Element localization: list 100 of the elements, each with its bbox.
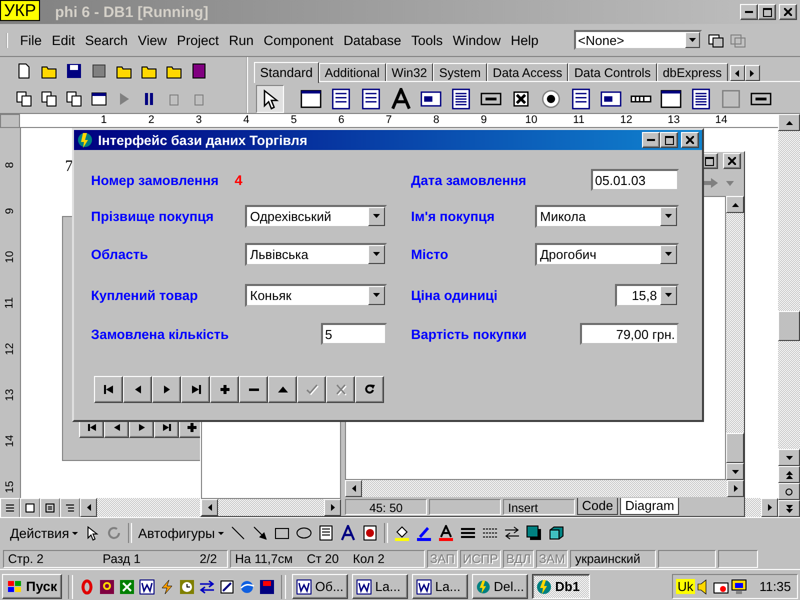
actions-menu-button[interactable]: Действия <box>10 526 78 540</box>
taskbar-button[interactable]: La... <box>412 574 468 599</box>
arrow-style-icon[interactable] <box>504 525 520 541</box>
shadow-icon[interactable] <box>526 525 542 541</box>
combo-box[interactable]: Львівська <box>245 242 387 266</box>
rectangle-icon[interactable] <box>274 525 290 541</box>
scroll-thumb[interactable] <box>778 311 800 341</box>
vertical-scrollbar[interactable] <box>778 114 800 517</box>
dropdown-button[interactable] <box>368 206 385 226</box>
scroll-right-button[interactable] <box>744 65 760 81</box>
ellipse-icon[interactable] <box>296 525 312 541</box>
navigator-button[interactable] <box>239 376 268 403</box>
palette-tab[interactable]: dbExpress <box>656 63 728 81</box>
normal-view-icon[interactable] <box>0 498 20 517</box>
combo-box[interactable]: Одрехівський <box>245 204 387 228</box>
next-page-button[interactable] <box>778 500 800 517</box>
combo-box[interactable]: Микола <box>535 204 679 228</box>
scroll-right-button[interactable] <box>727 480 744 497</box>
floppy-icon[interactable] <box>259 578 276 594</box>
line-icon[interactable] <box>230 525 246 541</box>
arrow-icon[interactable] <box>252 525 268 541</box>
window-icon[interactable] <box>91 91 107 107</box>
menu-item[interactable]: Run <box>228 32 254 48</box>
scroll-right-button[interactable] <box>324 499 341 516</box>
palette-tab[interactable]: Data Controls <box>568 63 657 81</box>
menu-item[interactable]: Component <box>264 32 334 48</box>
navigator-button[interactable] <box>355 376 384 403</box>
save-icon[interactable] <box>66 63 82 79</box>
menu-item[interactable]: Help <box>510 32 539 48</box>
navigator-button[interactable] <box>181 376 210 403</box>
maximize-button[interactable] <box>660 132 678 148</box>
notepad-icon[interactable] <box>219 578 236 594</box>
scroll-down-button[interactable] <box>778 449 800 466</box>
start-button[interactable]: Пуск <box>2 574 62 599</box>
navigator-button[interactable] <box>152 376 181 403</box>
keyboard-layout-indicator[interactable]: Uk <box>676 579 696 594</box>
input-field[interactable]: 05.01.03 <box>591 169 679 191</box>
dropdown-button[interactable] <box>368 286 385 304</box>
dropdown-button[interactable] <box>685 32 700 48</box>
spreadsheet-icon[interactable] <box>119 578 136 594</box>
cursor-icon[interactable] <box>256 85 284 113</box>
dropdown-button[interactable] <box>368 244 385 264</box>
dropdown-button[interactable] <box>660 244 677 264</box>
taskbar-button[interactable]: La... <box>352 574 408 599</box>
menu-item[interactable]: Window <box>452 32 501 48</box>
web-view-icon[interactable] <box>20 498 40 517</box>
close-button[interactable] <box>723 153 741 169</box>
sync-icon[interactable] <box>199 578 216 594</box>
menu-item[interactable]: Search <box>85 32 128 48</box>
dropdown-button[interactable] <box>660 206 677 226</box>
menu-item[interactable]: View <box>138 32 167 48</box>
browser-icon[interactable] <box>239 578 256 594</box>
menu-item[interactable]: Database <box>343 32 402 48</box>
editor-tab[interactable]: Code <box>577 498 618 515</box>
taskbar-button[interactable]: Об... <box>292 574 348 599</box>
scroll-left-button[interactable] <box>730 65 745 81</box>
fill-color-icon[interactable] <box>394 525 410 541</box>
menu-item[interactable]: Tools <box>411 32 443 48</box>
cube-icon[interactable] <box>548 525 564 541</box>
toggle-form-icon[interactable] <box>708 32 724 48</box>
browse-object-button[interactable] <box>778 483 800 500</box>
scroll-left-button[interactable] <box>345 480 362 497</box>
close-button[interactable] <box>681 132 699 148</box>
scroll-thumb[interactable] <box>726 433 744 463</box>
input-field[interactable]: 5 <box>321 323 387 345</box>
minimize-button[interactable] <box>740 4 758 20</box>
book-icon[interactable] <box>191 63 207 79</box>
windows-stack-icon[interactable] <box>41 91 57 107</box>
close-button[interactable] <box>779 4 797 20</box>
maximize-button[interactable] <box>758 4 776 20</box>
menu-item[interactable]: File <box>20 32 42 48</box>
taskbar-button[interactable]: Del... <box>472 574 528 599</box>
menu-item[interactable]: Project <box>176 32 219 48</box>
scroll-left-button[interactable] <box>201 499 218 516</box>
page-view-icon[interactable] <box>40 498 60 517</box>
form-selector[interactable]: <None> <box>574 30 702 50</box>
new-document-icon[interactable] <box>16 63 32 79</box>
vertical-scrollbar[interactable] <box>726 196 744 480</box>
scroll-down-button[interactable] <box>726 463 744 480</box>
swap-windows-icon[interactable] <box>66 91 82 107</box>
clock-icon[interactable] <box>179 578 196 594</box>
square-icon[interactable] <box>91 63 107 79</box>
navigator-button[interactable] <box>268 376 297 403</box>
monitor-icon[interactable] <box>731 578 748 594</box>
scroll-right-button[interactable] <box>761 498 778 517</box>
font-color-icon[interactable] <box>438 525 454 541</box>
palette-tab[interactable]: Standard <box>254 62 319 83</box>
wordart-icon[interactable] <box>340 525 356 541</box>
word-icon[interactable] <box>139 578 156 594</box>
scroll-up-button[interactable] <box>726 196 744 213</box>
combo-box[interactable]: Коньяк <box>245 284 387 306</box>
combo-box[interactable]: 15,8 <box>615 284 679 306</box>
previous-page-button[interactable] <box>778 466 800 483</box>
dropdown-button[interactable] <box>660 286 677 304</box>
menu-item[interactable]: Edit <box>52 32 76 48</box>
palette-tab[interactable]: Data Access <box>486 63 568 81</box>
lightning-icon[interactable] <box>159 578 176 594</box>
scroll-up-button[interactable] <box>778 114 800 131</box>
autoshapes-menu-button[interactable]: Автофигуры <box>138 526 224 540</box>
combo-box[interactable]: Дрогобич <box>535 242 679 266</box>
